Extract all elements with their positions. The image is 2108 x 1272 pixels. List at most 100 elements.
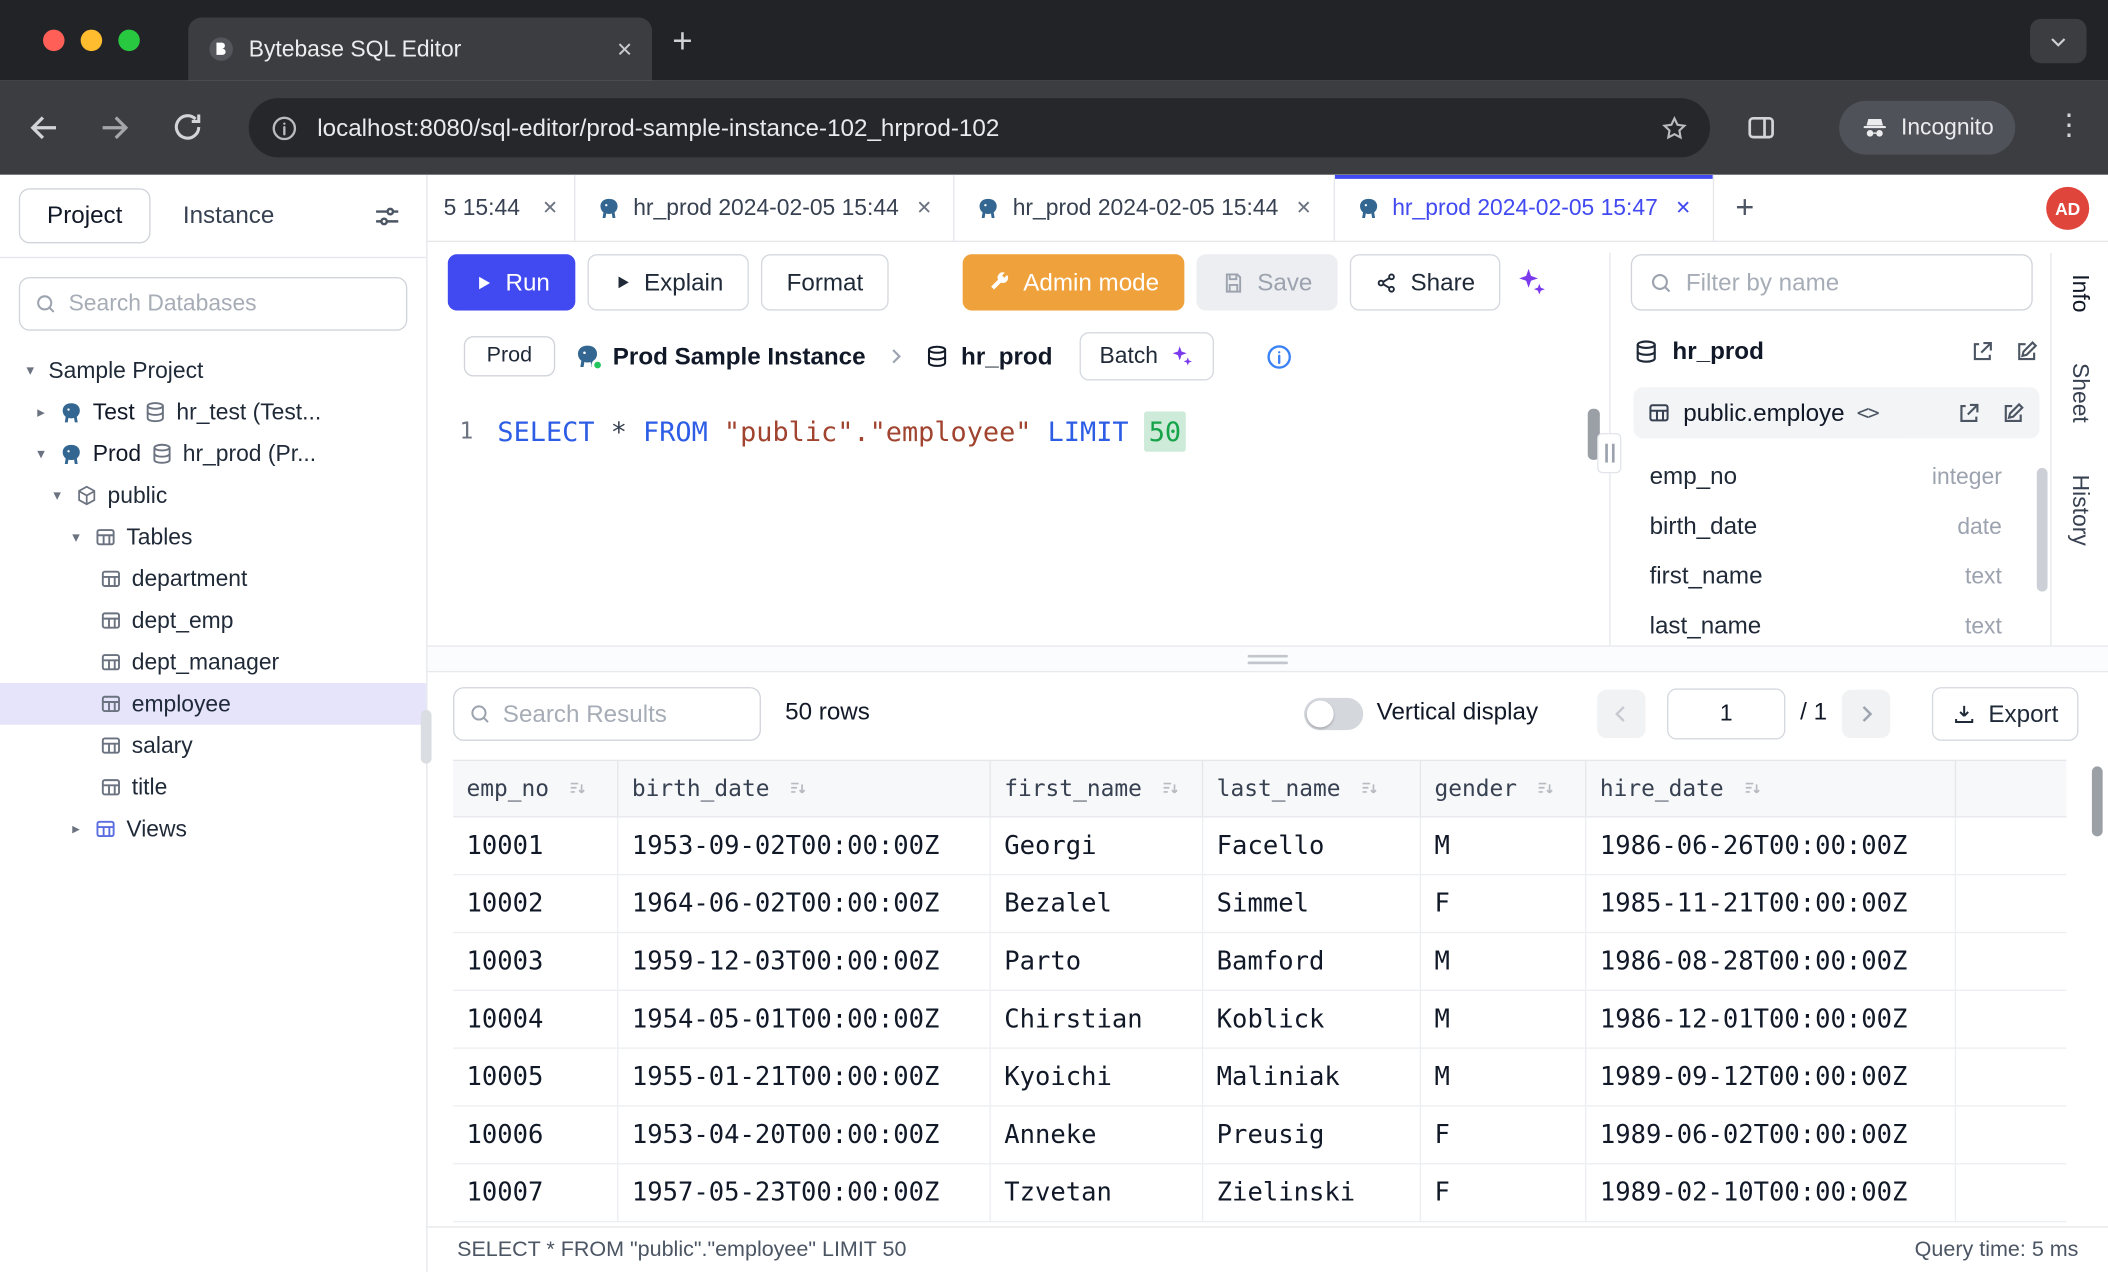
tree-item-public-schema[interactable]: ▾ public [0,475,426,517]
table-cell[interactable]: 1953-09-02T00:00:00Z [618,818,990,874]
tab-instance[interactable]: Instance [183,202,274,230]
table-cell[interactable]: M [1421,818,1586,874]
table-cell[interactable]: Simmel [1203,875,1421,931]
filter-sliders-icon[interactable] [372,201,402,231]
bookmark-star-icon[interactable] [1660,114,1688,142]
table-cell[interactable]: Preusig [1203,1107,1421,1163]
column-header-hire_date[interactable]: hire_date [1586,761,1956,816]
results-search[interactable] [453,687,761,741]
schema-column-emp_no[interactable]: emp_nointeger [1633,452,2039,502]
tab-search-button[interactable] [2030,19,2086,63]
tree-item-dept_manager[interactable]: dept_manager [0,641,426,683]
table-cell[interactable]: M [1421,933,1586,989]
table-cell[interactable]: Facello [1203,818,1421,874]
table-cell[interactable]: 10004 [453,991,618,1047]
minimize-window-button[interactable] [81,30,103,52]
table-cell[interactable]: 10005 [453,1049,618,1105]
table-cell[interactable]: Bezalel [991,875,1203,931]
table-cell[interactable]: 1986-08-28T00:00:00Z [1586,933,1956,989]
tree-item-project[interactable]: ▾ Sample Project [0,350,426,392]
code-icon[interactable]: <> [1857,401,1879,425]
table-cell[interactable]: 1989-09-12T00:00:00Z [1586,1049,1956,1105]
table-cell[interactable]: Tzvetan [991,1164,1203,1220]
search-databases-input[interactable] [69,290,393,317]
close-tab-icon[interactable]: ✕ [916,196,932,219]
page-number-input[interactable] [1667,688,1785,739]
admin-mode-button[interactable]: Admin mode [963,254,1185,310]
tab-sheet[interactable]: Sheet [2066,364,2093,424]
results-scrollbar[interactable] [2092,766,2103,836]
explain-button[interactable]: Explain [588,254,749,310]
table-cell[interactable]: 10001 [453,818,618,874]
tree-item-test-env[interactable]: ▸ Test hr_test (Test... [0,391,426,433]
save-button[interactable]: Save [1197,254,1338,310]
table-cell[interactable]: 1985-11-21T00:00:00Z [1586,875,1956,931]
table-cell[interactable]: 10007 [453,1164,618,1220]
chevron-right-icon[interactable]: ▸ [67,820,84,837]
column-header-emp_no[interactable]: emp_no [453,761,618,816]
table-cell[interactable]: F [1421,875,1586,931]
browser-tab[interactable]: Bytebase SQL Editor ✕ [188,17,652,80]
address-bar[interactable]: localhost:8080/sql-editor/prod-sample-in… [249,98,1710,157]
tab-info[interactable]: Info [2066,274,2093,312]
side-panel-icon[interactable] [1745,112,1777,144]
forward-button[interactable] [97,110,132,145]
site-info-icon[interactable] [270,114,298,142]
environment-chip[interactable]: Prod [464,336,555,376]
table-cell[interactable]: 1989-02-10T00:00:00Z [1586,1164,1956,1220]
close-tab-icon[interactable]: ✕ [1296,196,1312,219]
table-cell[interactable]: Chirstian [991,991,1203,1047]
table-cell[interactable]: F [1421,1164,1586,1220]
export-button[interactable]: Export [1932,687,2079,741]
search-results-input[interactable] [503,700,746,728]
open-external-icon[interactable] [1970,338,1996,364]
tab-history[interactable]: History [2066,474,2093,545]
schema-column-first_name[interactable]: first_nametext [1633,551,2039,601]
tree-item-employee[interactable]: employee [0,683,426,725]
instance-breadcrumb[interactable]: Prod Sample Instance [574,342,866,370]
new-query-tab-button[interactable]: + [1714,175,1776,241]
edit-pencil-icon[interactable] [2014,338,2040,364]
schema-table-row[interactable]: public.employe <> [1633,387,2039,438]
table-cell[interactable]: Zielinski [1203,1164,1421,1220]
table-cell[interactable]: 1989-06-02T00:00:00Z [1586,1107,1956,1163]
table-cell[interactable]: 10002 [453,875,618,931]
sort-icon[interactable] [1536,779,1556,799]
table-cell[interactable]: Maliniak [1203,1049,1421,1105]
schema-filter[interactable] [1631,254,2033,310]
vertical-display-toggle[interactable] [1304,698,1363,730]
tree-item-tables[interactable]: ▾ Tables [0,516,426,558]
chevron-down-icon[interactable]: ▾ [48,487,65,504]
query-tab-0[interactable]: 5 15:44 ✕ [428,175,576,241]
database-search[interactable] [19,277,408,331]
chevron-right-icon[interactable]: ▸ [32,403,49,420]
previous-page-button[interactable] [1597,690,1645,738]
table-cell[interactable]: 10006 [453,1107,618,1163]
table-cell[interactable]: M [1421,991,1586,1047]
query-tab-1[interactable]: hr_prod 2024-02-05 15:44 ✕ [575,175,954,241]
schema-column-birth_date[interactable]: birth_datedate [1633,502,2039,552]
table-cell[interactable]: Anneke [991,1107,1203,1163]
query-tab-3-active[interactable]: hr_prod 2024-02-05 15:47 ✕ [1334,175,1713,241]
format-button[interactable]: Format [761,254,889,310]
panel-resize-handle[interactable] [1597,433,1621,473]
batch-button[interactable]: Batch [1079,332,1214,380]
database-breadcrumb[interactable]: hr_prod [925,342,1053,370]
new-tab-button[interactable]: + [672,23,692,58]
table-cell[interactable]: 1959-12-03T00:00:00Z [618,933,990,989]
sort-icon[interactable] [1161,779,1181,799]
tab-project[interactable]: Project [19,188,151,243]
tree-item-title[interactable]: title [0,766,426,808]
tree-item-views[interactable]: ▸ Views [0,808,426,850]
sql-editor[interactable]: 1 SELECT * FROM "public"."employee" LIMI… [428,393,1610,646]
table-cell[interactable]: F [1421,1107,1586,1163]
tree-item-department[interactable]: department [0,558,426,600]
close-tab-icon[interactable]: ✕ [616,37,633,61]
table-cell[interactable]: 1955-01-21T00:00:00Z [618,1049,990,1105]
sort-icon[interactable] [1743,779,1763,799]
zoom-window-button[interactable] [118,30,140,52]
table-cell[interactable]: Georgi [991,818,1203,874]
chevron-down-icon[interactable]: ▾ [32,445,49,462]
filter-by-name-input[interactable] [1686,268,2015,296]
table-cell[interactable]: Koblick [1203,991,1421,1047]
